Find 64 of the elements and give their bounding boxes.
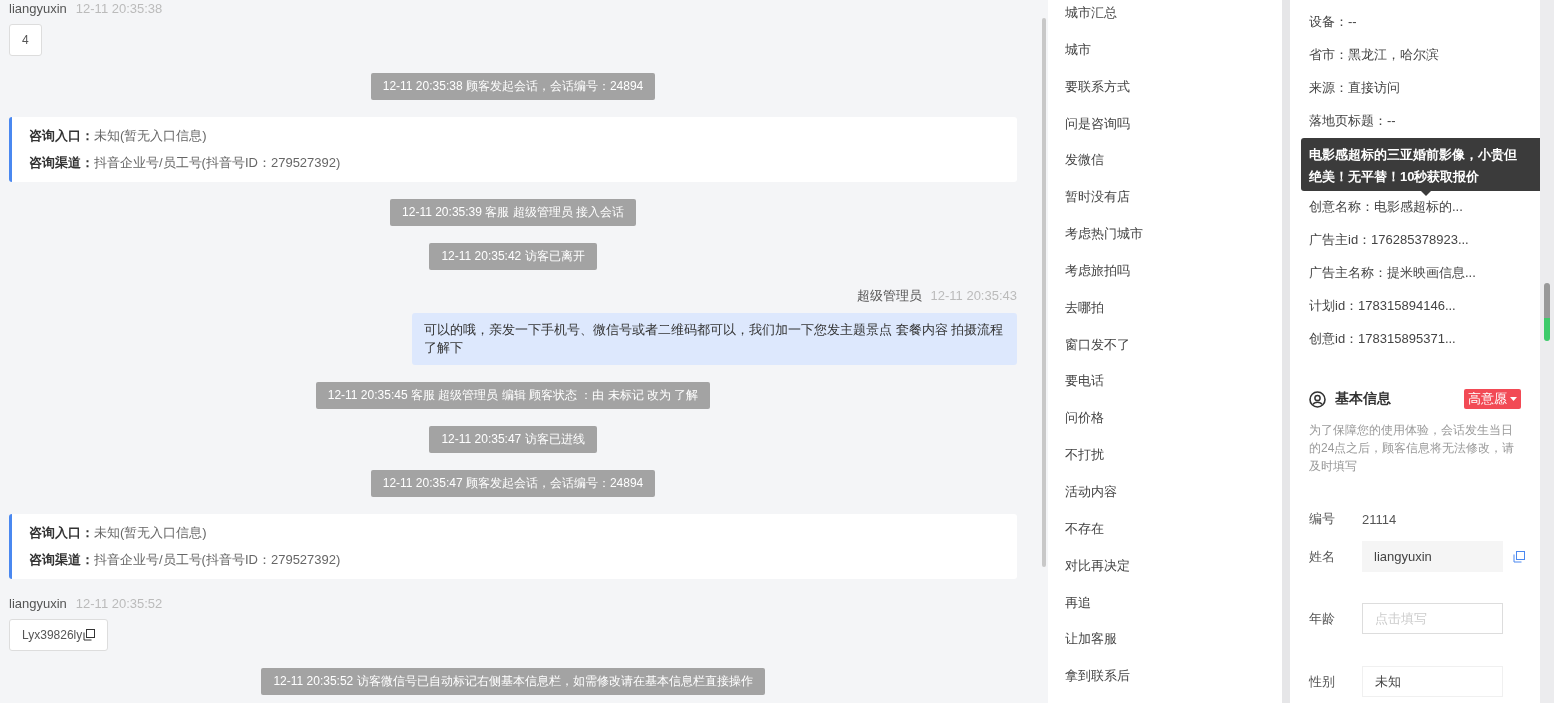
quick-reply-item[interactable]: 考虑热门城市 xyxy=(1065,226,1143,242)
message-bubble: 可以的哦，亲发一下手机号、微信号或者二维码都可以，我们加一下您发主题景点 套餐内容 拍摄流程了解下 xyxy=(412,313,1017,365)
message-bubble: 4 xyxy=(9,24,42,56)
system-notice: 12-11 20:35:42 访客已离开 xyxy=(429,243,597,270)
info-row: 广告主名称：提米映画信息... xyxy=(1309,265,1476,280)
scrollbar-thumb[interactable] xyxy=(1042,18,1046,567)
copy-icon[interactable] xyxy=(83,629,96,641)
system-notice: 12-11 20:35:47 顾客发起会话，会话编号：24894 xyxy=(370,470,656,497)
message-time: 12-11 20:35:38 xyxy=(75,1,163,16)
quick-reply-item[interactable]: 拿到联系后 xyxy=(1065,668,1130,684)
field-label: 姓名 xyxy=(1309,547,1336,566)
sender-name: liangyuxin xyxy=(9,596,67,611)
system-notice: 12-11 20:35:52 访客微信号已自动标记右侧基本信息栏，如需修改请在基本信息栏直接操作 xyxy=(261,668,765,695)
entry-line: 咨询入口：未知(暂无入口信息) xyxy=(29,524,208,542)
caret-icon xyxy=(1510,397,1517,401)
field-label: 性别 xyxy=(1309,672,1336,691)
system-notice: 12-11 20:35:39 客服 超级管理员 接入会话 xyxy=(390,199,636,226)
message-bubble: Lyx39826ly xyxy=(9,619,109,651)
quick-reply-item[interactable]: 要电话 xyxy=(1065,373,1104,389)
scrollbar-thumb[interactable] xyxy=(1544,283,1550,341)
quick-reply-item[interactable]: 考虑旅拍吗 xyxy=(1065,262,1130,278)
message-time: 12-11 20:35:52 xyxy=(75,596,163,611)
entry-line: 咨询渠道：抖音企业号/员工号(抖音号ID：279527392) xyxy=(29,154,342,172)
quick-reply-item[interactable]: 活动内容 xyxy=(1065,483,1117,499)
message-time: 12-11 20:35:43 xyxy=(930,288,1017,303)
quick-reply-item[interactable]: 不存在 xyxy=(1065,520,1104,536)
entry-line: 咨询渠道：抖音企业号/员工号(抖音号ID：279527392) xyxy=(29,551,342,569)
field-label: 编号 xyxy=(1309,510,1336,528)
info-row: 设备：-- xyxy=(1309,14,1357,29)
info-row: 省市：黑龙江，哈尔滨 xyxy=(1309,47,1439,62)
quick-reply-item[interactable]: 城市汇总 xyxy=(1065,5,1117,20)
system-notice: 12-11 20:35:38 顾客发起会话，会话编号：24894 xyxy=(370,73,656,100)
quick-reply-item[interactable]: 去哪拍 xyxy=(1065,299,1104,315)
quick-reply-item[interactable]: 问是咨询吗 xyxy=(1065,115,1130,131)
quick-reply-item[interactable]: 要联系方式 xyxy=(1065,78,1130,94)
field-label: 年龄 xyxy=(1309,609,1336,628)
info-row: 计划id：178315894146... xyxy=(1309,298,1456,313)
quick-reply-item[interactable]: 问价格 xyxy=(1065,410,1104,426)
quick-reply-item[interactable]: 不打扰 xyxy=(1065,447,1104,463)
system-notice: 12-11 20:35:47 访客已进线 xyxy=(429,426,597,453)
system-notice: 12-11 20:35:45 客服 超级管理员 编辑 顾客状态 ：由 未标记 改为 了解 xyxy=(315,382,711,409)
intent-dropdown[interactable]: 高意愿 xyxy=(1464,389,1521,409)
quick-reply-item[interactable]: 对比再决定 xyxy=(1065,557,1130,573)
quick-reply-item[interactable]: 让加客服 xyxy=(1065,631,1117,647)
notice-text: 为了保障您的使用体验，会话发生当日的24点之后，顾客信息将无法修改，请及时填写 xyxy=(1309,422,1516,475)
user-circle-icon xyxy=(1309,390,1326,408)
quick-reply-item[interactable]: 城市 xyxy=(1065,41,1091,57)
info-row: 落地页标题：-- xyxy=(1309,113,1396,128)
quick-reply-item[interactable]: 再追 xyxy=(1065,594,1091,610)
entry-line: 咨询入口：未知(暂无入口信息) xyxy=(29,127,208,145)
gender-select[interactable]: 未知 xyxy=(1362,666,1503,697)
field-value: 21114 xyxy=(1362,511,1397,527)
info-row: 来源：直接访问 xyxy=(1309,80,1400,95)
quick-reply-item[interactable]: 窗口发不了 xyxy=(1065,336,1130,352)
sender-name: liangyuxin xyxy=(9,1,67,16)
info-row: 广告主id：176285378923... xyxy=(1309,232,1469,247)
info-row: 创意id：178315895371... xyxy=(1309,331,1456,346)
tooltip-text: 电影感超标的三亚婚前影像，小贵但绝美！无平替！10秒获取报价 xyxy=(1309,147,1517,184)
sender-name: 超级管理员 xyxy=(856,287,922,305)
quick-reply-item[interactable]: 发微信 xyxy=(1065,152,1104,168)
name-field[interactable]: liangyuxin xyxy=(1362,541,1503,572)
section-title: 基本信息 xyxy=(1335,390,1391,408)
quick-reply-item[interactable]: 暂时没有店 xyxy=(1065,189,1130,205)
info-row: 创意名称：电影感超标的... xyxy=(1309,199,1463,214)
